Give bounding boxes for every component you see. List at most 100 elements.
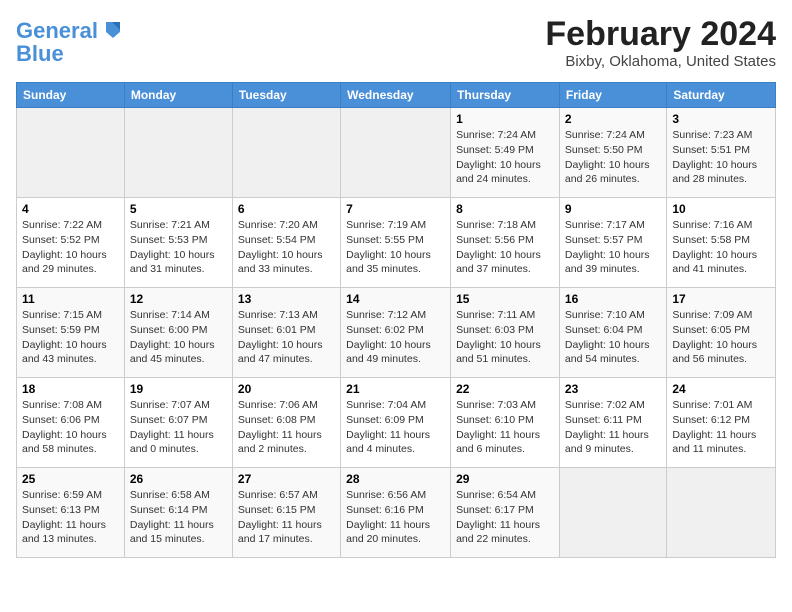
day-number: 3: [672, 112, 770, 126]
day-number: 22: [456, 382, 554, 396]
calendar-table: SundayMondayTuesdayWednesdayThursdayFrid…: [16, 82, 776, 558]
weekday-header-friday: Friday: [559, 83, 666, 108]
calendar-cell: 8 Sunrise: 7:18 AM Sunset: 5:56 PM Daylig…: [451, 198, 560, 288]
day-number: 28: [346, 472, 445, 486]
page-header: General Blue February 2024 Bixby, Oklaho…: [16, 16, 776, 70]
calendar-cell: 17 Sunrise: 7:09 AM Sunset: 6:05 PM Dayli…: [667, 288, 776, 378]
calendar-cell: 13 Sunrise: 7:13 AM Sunset: 6:01 PM Dayli…: [232, 288, 340, 378]
title-block: February 2024 Bixby, Oklahoma, United St…: [545, 16, 776, 70]
calendar-cell: 11 Sunrise: 7:15 AM Sunset: 5:59 PM Dayli…: [17, 288, 125, 378]
day-info: Sunrise: 7:18 AM Sunset: 5:56 PM Dayligh…: [456, 218, 554, 277]
day-info: Sunrise: 7:23 AM Sunset: 5:51 PM Dayligh…: [672, 128, 770, 187]
day-number: 13: [238, 292, 335, 306]
logo-blue-text: Blue: [16, 43, 64, 65]
calendar-cell: [341, 108, 451, 198]
weekday-header-thursday: Thursday: [451, 83, 560, 108]
weekday-header-wednesday: Wednesday: [341, 83, 451, 108]
day-number: 10: [672, 202, 770, 216]
day-number: 17: [672, 292, 770, 306]
day-info: Sunrise: 7:10 AM Sunset: 6:04 PM Dayligh…: [565, 308, 661, 367]
calendar-cell: 29 Sunrise: 6:54 AM Sunset: 6:17 PM Dayli…: [451, 468, 560, 558]
calendar-cell: 7 Sunrise: 7:19 AM Sunset: 5:55 PM Daylig…: [341, 198, 451, 288]
day-info: Sunrise: 7:04 AM Sunset: 6:09 PM Dayligh…: [346, 398, 445, 457]
day-info: Sunrise: 7:22 AM Sunset: 5:52 PM Dayligh…: [22, 218, 119, 277]
calendar-cell: 3 Sunrise: 7:23 AM Sunset: 5:51 PM Daylig…: [667, 108, 776, 198]
day-info: Sunrise: 7:07 AM Sunset: 6:07 PM Dayligh…: [130, 398, 227, 457]
day-number: 29: [456, 472, 554, 486]
day-info: Sunrise: 6:57 AM Sunset: 6:15 PM Dayligh…: [238, 488, 335, 547]
calendar-cell: 12 Sunrise: 7:14 AM Sunset: 6:00 PM Dayli…: [124, 288, 232, 378]
day-info: Sunrise: 7:17 AM Sunset: 5:57 PM Dayligh…: [565, 218, 661, 277]
calendar-cell: 19 Sunrise: 7:07 AM Sunset: 6:07 PM Dayli…: [124, 378, 232, 468]
calendar-cell: 21 Sunrise: 7:04 AM Sunset: 6:09 PM Dayli…: [341, 378, 451, 468]
day-info: Sunrise: 7:08 AM Sunset: 6:06 PM Dayligh…: [22, 398, 119, 457]
calendar-cell: 25 Sunrise: 6:59 AM Sunset: 6:13 PM Dayli…: [17, 468, 125, 558]
day-info: Sunrise: 7:06 AM Sunset: 6:08 PM Dayligh…: [238, 398, 335, 457]
day-info: Sunrise: 7:24 AM Sunset: 5:50 PM Dayligh…: [565, 128, 661, 187]
day-info: Sunrise: 7:03 AM Sunset: 6:10 PM Dayligh…: [456, 398, 554, 457]
calendar-cell: 10 Sunrise: 7:16 AM Sunset: 5:58 PM Dayli…: [667, 198, 776, 288]
calendar-cell: 26Sunrise: 6:58 AM Sunset: 6:14 PM Dayli…: [124, 468, 232, 558]
day-number: 7: [346, 202, 445, 216]
day-info: Sunrise: 7:09 AM Sunset: 6:05 PM Dayligh…: [672, 308, 770, 367]
logo: General Blue: [16, 16, 124, 65]
weekday-header-monday: Monday: [124, 83, 232, 108]
logo-text: General: [16, 20, 98, 42]
day-number: 11: [22, 292, 119, 306]
day-info: Sunrise: 6:56 AM Sunset: 6:16 PM Dayligh…: [346, 488, 445, 547]
day-number: 6: [238, 202, 335, 216]
day-info: Sunrise: 7:02 AM Sunset: 6:11 PM Dayligh…: [565, 398, 661, 457]
day-number: 5: [130, 202, 227, 216]
day-number: 27: [238, 472, 335, 486]
day-info: Sunrise: 6:54 AM Sunset: 6:17 PM Dayligh…: [456, 488, 554, 547]
day-info: Sunrise: 6:58 AM Sunset: 6:14 PM Dayligh…: [130, 488, 227, 547]
calendar-cell: [124, 108, 232, 198]
day-number: 18: [22, 382, 119, 396]
day-info: Sunrise: 7:12 AM Sunset: 6:02 PM Dayligh…: [346, 308, 445, 367]
calendar-header-row: SundayMondayTuesdayWednesdayThursdayFrid…: [17, 83, 776, 108]
calendar-week-row: 4 Sunrise: 7:22 AM Sunset: 5:52 PM Daylig…: [17, 198, 776, 288]
day-info: Sunrise: 6:59 AM Sunset: 6:13 PM Dayligh…: [22, 488, 119, 547]
calendar-cell: 2 Sunrise: 7:24 AM Sunset: 5:50 PM Daylig…: [559, 108, 666, 198]
calendar-cell: 24 Sunrise: 7:01 AM Sunset: 6:12 PM Dayli…: [667, 378, 776, 468]
day-number: 21: [346, 382, 445, 396]
day-number: 16: [565, 292, 661, 306]
calendar-week-row: 18 Sunrise: 7:08 AM Sunset: 6:06 PM Dayli…: [17, 378, 776, 468]
day-number: 4: [22, 202, 119, 216]
day-number: 9: [565, 202, 661, 216]
day-number: 14: [346, 292, 445, 306]
calendar-cell: 6 Sunrise: 7:20 AM Sunset: 5:54 PM Daylig…: [232, 198, 340, 288]
day-info: Sunrise: 7:16 AM Sunset: 5:58 PM Dayligh…: [672, 218, 770, 277]
day-info: Sunrise: 7:11 AM Sunset: 6:03 PM Dayligh…: [456, 308, 554, 367]
day-number: 12: [130, 292, 227, 306]
day-number: 15: [456, 292, 554, 306]
day-number: 19: [130, 382, 227, 396]
day-number: 8: [456, 202, 554, 216]
month-year-title: February 2024: [545, 16, 776, 53]
day-number: 25: [22, 472, 119, 486]
day-info: Sunrise: 7:14 AM Sunset: 6:00 PM Dayligh…: [130, 308, 227, 367]
day-info: Sunrise: 7:20 AM Sunset: 5:54 PM Dayligh…: [238, 218, 335, 277]
day-number: 23: [565, 382, 661, 396]
calendar-cell: 15 Sunrise: 7:11 AM Sunset: 6:03 PM Dayli…: [451, 288, 560, 378]
calendar-cell: 23 Sunrise: 7:02 AM Sunset: 6:11 PM Dayli…: [559, 378, 666, 468]
day-info: Sunrise: 7:15 AM Sunset: 5:59 PM Dayligh…: [22, 308, 119, 367]
location-subtitle: Bixby, Oklahoma, United States: [545, 53, 776, 70]
calendar-cell: 16 Sunrise: 7:10 AM Sunset: 6:04 PM Dayli…: [559, 288, 666, 378]
day-info: Sunrise: 7:13 AM Sunset: 6:01 PM Dayligh…: [238, 308, 335, 367]
day-number: 1: [456, 112, 554, 126]
calendar-week-row: 1Sunrise: 7:24 AM Sunset: 5:49 PM Daylig…: [17, 108, 776, 198]
day-info: Sunrise: 7:01 AM Sunset: 6:12 PM Dayligh…: [672, 398, 770, 457]
day-number: 2: [565, 112, 661, 126]
calendar-cell: 9 Sunrise: 7:17 AM Sunset: 5:57 PM Daylig…: [559, 198, 666, 288]
calendar-cell: [232, 108, 340, 198]
calendar-cell: [667, 468, 776, 558]
calendar-week-row: 11 Sunrise: 7:15 AM Sunset: 5:59 PM Dayli…: [17, 288, 776, 378]
weekday-header-saturday: Saturday: [667, 83, 776, 108]
logo-arrow-icon: [102, 18, 124, 40]
day-number: 24: [672, 382, 770, 396]
calendar-cell: [17, 108, 125, 198]
calendar-cell: 18 Sunrise: 7:08 AM Sunset: 6:06 PM Dayli…: [17, 378, 125, 468]
calendar-cell: 22 Sunrise: 7:03 AM Sunset: 6:10 PM Dayli…: [451, 378, 560, 468]
day-info: Sunrise: 7:19 AM Sunset: 5:55 PM Dayligh…: [346, 218, 445, 277]
